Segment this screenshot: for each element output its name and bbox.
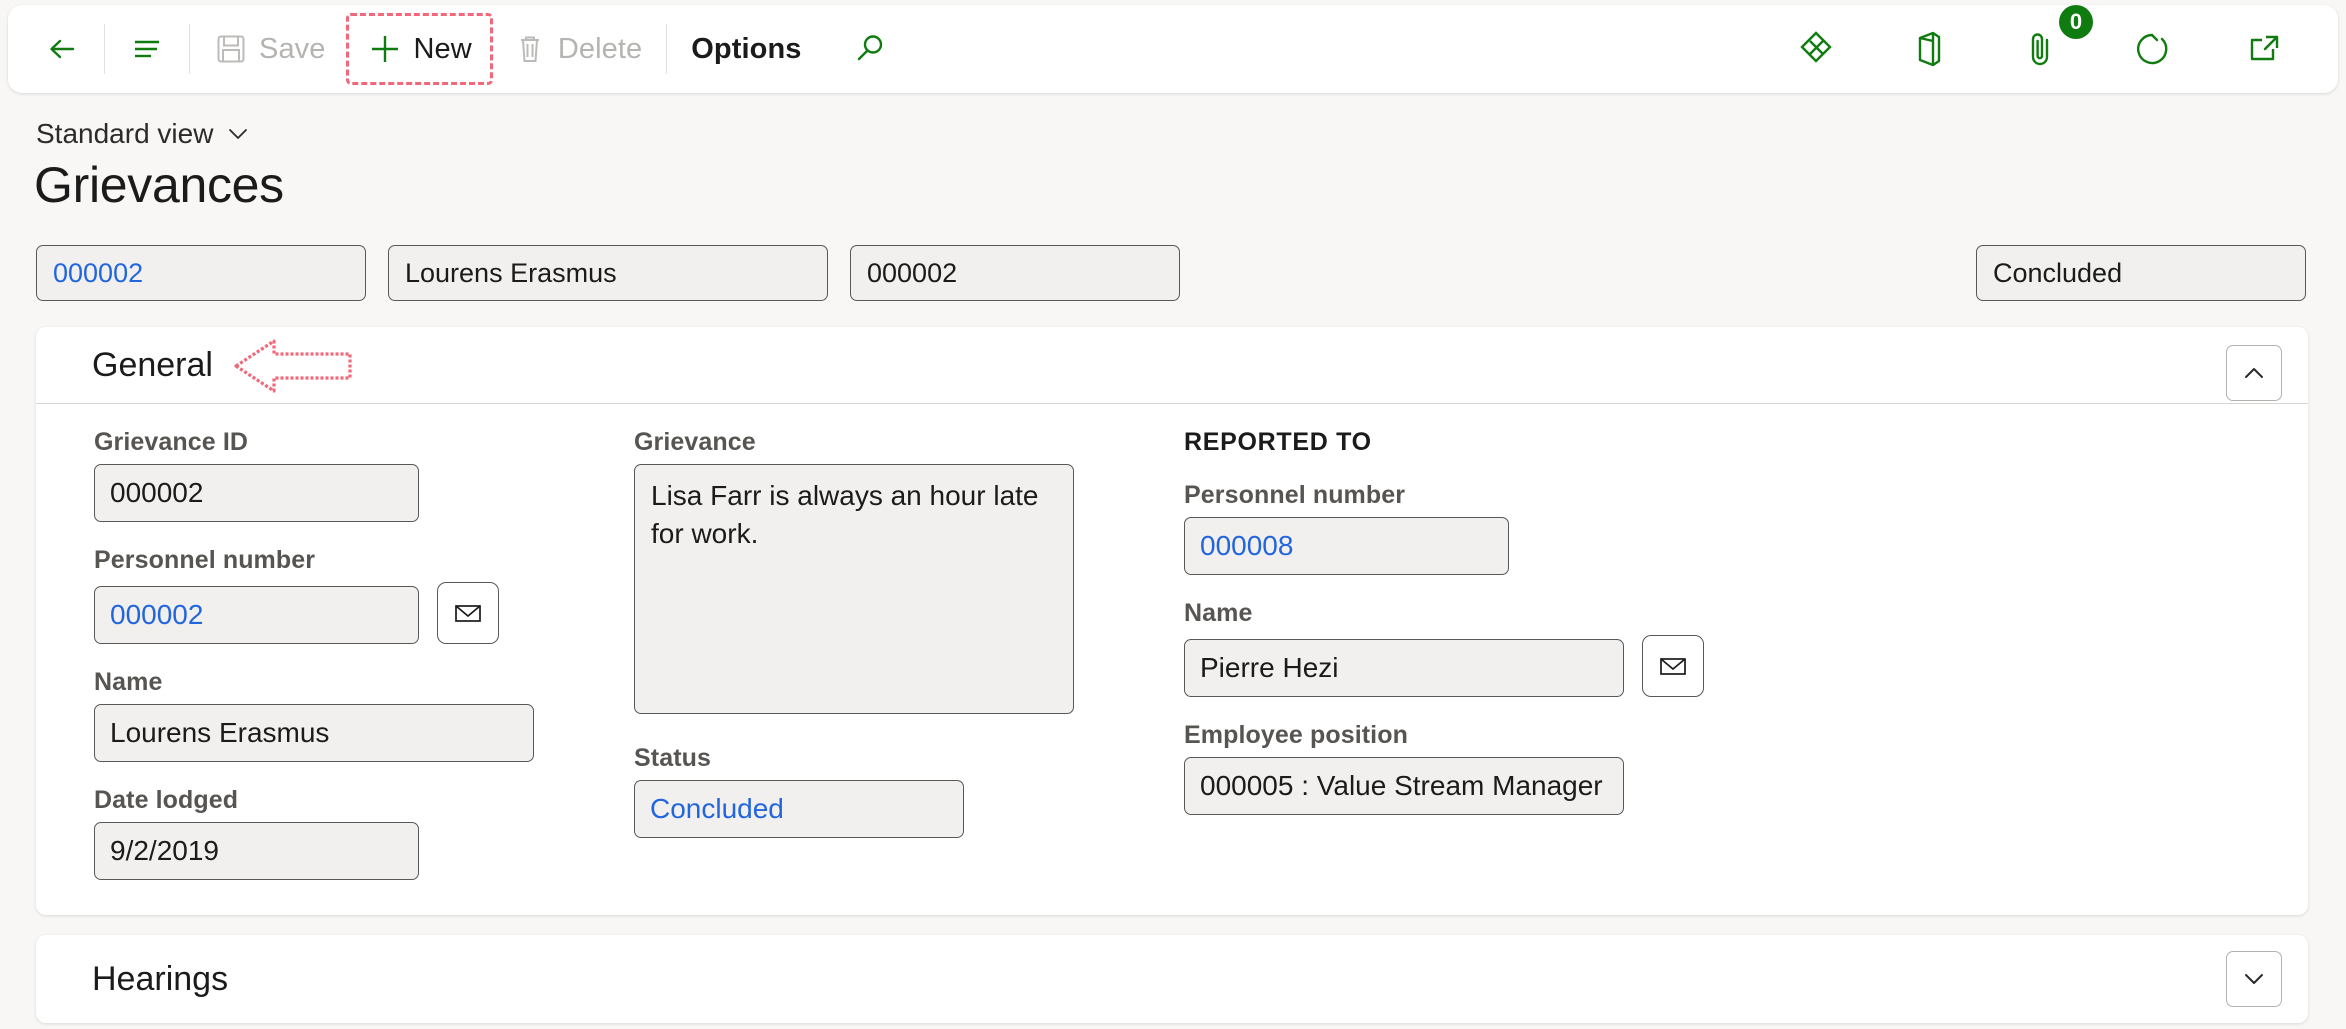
date-lodged-label: Date lodged: [94, 786, 239, 814]
general-column-middle: Grievance Lisa Farr is always an hour la…: [634, 428, 1184, 904]
reported-personnel-number-field-group: Personnel number 000008: [1184, 481, 1784, 575]
options-button[interactable]: Options: [677, 18, 815, 80]
hamburger-icon: [135, 40, 159, 58]
reported-name-label: Name: [1184, 599, 1253, 627]
hearings-section-title: Hearings: [92, 959, 229, 998]
general-form: Grievance ID 000002 Personnel number 000…: [36, 404, 2308, 904]
attachment-count-badge: 0: [2059, 5, 2093, 39]
envelope-icon: [1660, 658, 1686, 675]
name-field-group: Name Lourens Erasmus: [94, 668, 634, 762]
view-selector[interactable]: Standard view: [36, 118, 251, 150]
status-field-group: Status Concluded: [634, 744, 1184, 838]
back-button[interactable]: [30, 18, 94, 80]
date-lodged-field-group: Date lodged 9/2/2019: [94, 786, 634, 880]
plus-icon: [371, 36, 398, 62]
attachments-button[interactable]: 0: [2006, 5, 2093, 80]
save-button[interactable]: Save: [200, 18, 340, 80]
reported-name-row: Pierre Hezi: [1184, 635, 1784, 697]
header-grievance-number-field[interactable]: 000002: [850, 245, 1180, 301]
delete-label: Delete: [557, 32, 643, 65]
page-title: Grievances: [34, 157, 284, 213]
chevron-down-icon: [2245, 974, 2263, 984]
open-new-window-button[interactable]: [2230, 18, 2298, 80]
navigation-pane-toggle-button[interactable]: [115, 18, 179, 80]
status-label: Status: [634, 744, 712, 772]
name-input[interactable]: Lourens Erasmus: [94, 704, 534, 762]
general-collapse-button[interactable]: [2226, 345, 2282, 401]
open-new-window-icon: [2250, 35, 2279, 61]
employee-position-label: Employee position: [1184, 721, 1408, 749]
office-button[interactable]: [1894, 18, 1962, 80]
refresh-icon: [2137, 33, 2168, 65]
save-icon: [217, 35, 245, 63]
header-employee-name-field[interactable]: Lourens Erasmus: [388, 245, 828, 301]
personnel-number-input[interactable]: 000002: [94, 586, 419, 644]
personnel-number-field-group: Personnel number 000002: [94, 546, 634, 644]
delete-button[interactable]: Delete: [499, 18, 656, 80]
reported-personnel-number-label: Personnel number: [1184, 481, 1406, 509]
header-fields: 000002 Lourens Erasmus 000002: [36, 245, 1180, 301]
date-lodged-input[interactable]: 9/2/2019: [94, 822, 419, 880]
grievance-id-label: Grievance ID: [94, 428, 249, 456]
personnel-send-email-button[interactable]: [437, 582, 499, 644]
chevron-down-icon: [229, 129, 248, 139]
command-bar-right-group: 0: [1782, 5, 2320, 80]
flow-button[interactable]: [1782, 18, 1850, 80]
new-button[interactable]: New: [345, 13, 493, 85]
attachment-icon: [2031, 33, 2049, 66]
flow-icon: [1800, 31, 1832, 63]
grievance-id-input[interactable]: 000002: [94, 464, 419, 522]
reported-name-field-group: Name Pierre Hezi: [1184, 599, 1784, 697]
envelope-icon: [455, 605, 481, 622]
search-icon: [857, 35, 882, 61]
reported-to-group-title: REPORTED TO: [1184, 428, 1372, 456]
new-label: New: [413, 32, 472, 65]
employee-position-input[interactable]: 000005 : Value Stream Manager: [1184, 757, 1624, 815]
search-button[interactable]: [838, 18, 900, 80]
view-selector-label: Standard view: [36, 118, 214, 149]
personnel-number-label: Personnel number: [94, 546, 316, 574]
general-section-card: General Grievance ID 000002 Personnel nu…: [36, 327, 2308, 915]
reported-name-input[interactable]: Pierre Hezi: [1184, 639, 1624, 697]
grievance-text-field-group: Grievance Lisa Farr is always an hour la…: [634, 428, 1184, 714]
hearings-expand-button[interactable]: [2226, 951, 2282, 1007]
header-status-field[interactable]: Concluded: [1976, 245, 2306, 301]
grievance-text-input[interactable]: Lisa Farr is always an hour late for wor…: [634, 464, 1074, 714]
general-section-header[interactable]: General: [36, 327, 2308, 403]
chevron-up-icon: [2245, 368, 2263, 378]
options-label: Options: [691, 32, 802, 65]
grievance-text-label: Grievance: [634, 428, 756, 456]
reported-send-email-button[interactable]: [1642, 635, 1704, 697]
trash-icon: [520, 36, 539, 62]
hearings-section-card: Hearings: [36, 935, 2308, 1023]
hearings-section-header[interactable]: Hearings: [36, 935, 2308, 1023]
refresh-button[interactable]: [2118, 18, 2186, 80]
general-column-right: REPORTED TO Personnel number 000008 Name…: [1184, 428, 1784, 904]
name-label: Name: [94, 668, 163, 696]
reported-personnel-number-input[interactable]: 000008: [1184, 517, 1509, 575]
command-bar-left-group: Save New Delete Options: [30, 5, 900, 93]
employee-position-field-group: Employee position 000005 : Value Stream …: [1184, 721, 1784, 815]
back-arrow-icon: [50, 39, 75, 59]
command-bar-separator: [189, 24, 190, 74]
personnel-number-row: 000002: [94, 582, 634, 644]
general-section-title: General: [92, 345, 213, 384]
header-grievance-id-field[interactable]: 000002: [36, 245, 366, 301]
general-column-left: Grievance ID 000002 Personnel number 000…: [94, 428, 634, 904]
annotation-arrow-icon: [234, 339, 352, 393]
save-label: Save: [259, 32, 326, 65]
status-input[interactable]: Concluded: [634, 780, 964, 838]
grievance-id-field-group: Grievance ID 000002: [94, 428, 634, 522]
office-icon: [1918, 31, 1941, 67]
command-bar: Save New Delete Options 0: [8, 5, 2338, 93]
command-bar-separator: [666, 24, 668, 74]
command-bar-separator: [104, 24, 105, 74]
